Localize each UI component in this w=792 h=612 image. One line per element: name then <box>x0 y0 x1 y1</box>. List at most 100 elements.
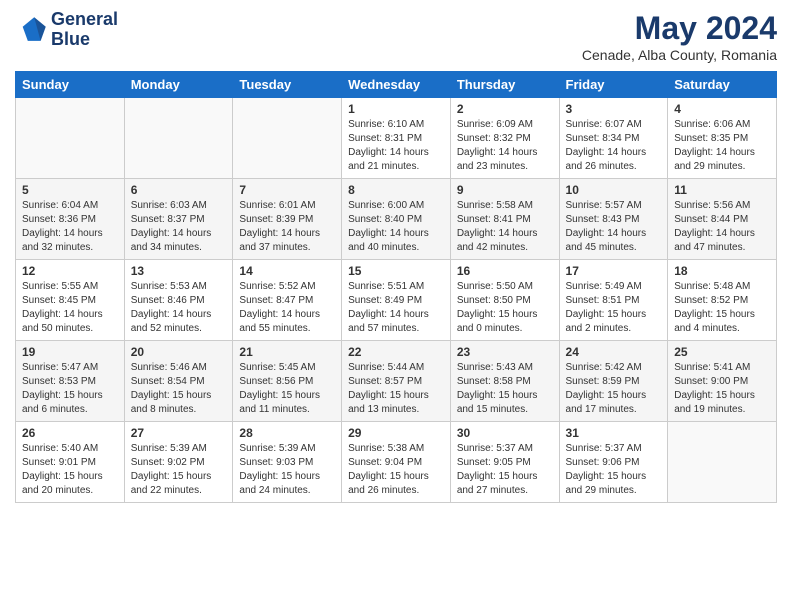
day-info: Sunrise: 5:52 AM Sunset: 8:47 PM Dayligh… <box>239 280 335 336</box>
calendar-cell: 3Sunrise: 6:07 AM Sunset: 8:34 PM Daylig… <box>559 98 668 179</box>
day-number: 2 <box>457 102 553 116</box>
day-info: Sunrise: 5:46 AM Sunset: 8:54 PM Dayligh… <box>131 361 227 417</box>
day-number: 13 <box>131 264 227 278</box>
main-title: May 2024 <box>582 10 777 47</box>
day-number: 3 <box>566 102 662 116</box>
calendar-cell: 24 Sunrise: 5:42 AM Sunset: 8:59 PM Dayli… <box>559 341 668 422</box>
day-info: Sunrise: 5:58 AM Sunset: 8:41 PM Dayligh… <box>457 199 553 255</box>
day-info: Sunrise: 5:39 AM Sunset: 9:02 PM Dayligh… <box>131 442 227 498</box>
calendar-cell: 7 Sunrise: 6:01 AM Sunset: 8:39 PM Daylig… <box>233 179 342 260</box>
day-number: 22 <box>348 345 444 359</box>
day-number: 26 <box>22 426 118 440</box>
day-number: 7 <box>239 183 335 197</box>
day-info: Sunrise: 5:57 AM Sunset: 8:43 PM Dayligh… <box>566 199 662 255</box>
day-header-tuesday: Tuesday <box>233 72 342 98</box>
day-info: Sunrise: 5:51 AM Sunset: 8:49 PM Dayligh… <box>348 280 444 336</box>
calendar-header-row: SundayMondayTuesdayWednesdayThursdayFrid… <box>16 72 777 98</box>
calendar-cell: 27 Sunrise: 5:39 AM Sunset: 9:02 PM Dayli… <box>124 422 233 503</box>
calendar-cell: 5 Sunrise: 6:04 AM Sunset: 8:36 PM Daylig… <box>16 179 125 260</box>
day-info: Sunrise: 5:49 AM Sunset: 8:51 PM Dayligh… <box>566 280 662 336</box>
day-info: Sunrise: 5:47 AM Sunset: 8:53 PM Dayligh… <box>22 361 118 417</box>
calendar-cell: 9 Sunrise: 5:58 AM Sunset: 8:41 PM Daylig… <box>450 179 559 260</box>
calendar-cell: 18Sunrise: 5:48 AM Sunset: 8:52 PM Dayli… <box>668 260 777 341</box>
logo-text: General Blue <box>51 10 118 50</box>
logo: General Blue <box>15 10 118 50</box>
day-info: Sunrise: 5:44 AM Sunset: 8:57 PM Dayligh… <box>348 361 444 417</box>
day-info: Sunrise: 5:45 AM Sunset: 8:56 PM Dayligh… <box>239 361 335 417</box>
calendar-cell: 8 Sunrise: 6:00 AM Sunset: 8:40 PM Daylig… <box>342 179 451 260</box>
day-number: 4 <box>674 102 770 116</box>
title-area: May 2024 Cenade, Alba County, Romania <box>582 10 777 63</box>
day-number: 19 <box>22 345 118 359</box>
subtitle: Cenade, Alba County, Romania <box>582 47 777 63</box>
day-number: 31 <box>566 426 662 440</box>
day-info: Sunrise: 6:00 AM Sunset: 8:40 PM Dayligh… <box>348 199 444 255</box>
day-number: 15 <box>348 264 444 278</box>
day-info: Sunrise: 6:06 AM Sunset: 8:35 PM Dayligh… <box>674 118 770 174</box>
calendar-cell: 29 Sunrise: 5:38 AM Sunset: 9:04 PM Dayli… <box>342 422 451 503</box>
day-info: Sunrise: 5:42 AM Sunset: 8:59 PM Dayligh… <box>566 361 662 417</box>
day-number: 24 <box>566 345 662 359</box>
calendar-cell: 16 Sunrise: 5:50 AM Sunset: 8:50 PM Dayli… <box>450 260 559 341</box>
day-info: Sunrise: 5:39 AM Sunset: 9:03 PM Dayligh… <box>239 442 335 498</box>
calendar-cell: 1Sunrise: 6:10 AM Sunset: 8:31 PM Daylig… <box>342 98 451 179</box>
day-info: Sunrise: 5:41 AM Sunset: 9:00 PM Dayligh… <box>674 361 770 417</box>
day-number: 8 <box>348 183 444 197</box>
day-number: 16 <box>457 264 553 278</box>
week-row-1: 1Sunrise: 6:10 AM Sunset: 8:31 PM Daylig… <box>16 98 777 179</box>
day-header-thursday: Thursday <box>450 72 559 98</box>
day-header-friday: Friday <box>559 72 668 98</box>
calendar-cell: 22 Sunrise: 5:44 AM Sunset: 8:57 PM Dayli… <box>342 341 451 422</box>
calendar-cell <box>124 98 233 179</box>
day-info: Sunrise: 5:53 AM Sunset: 8:46 PM Dayligh… <box>131 280 227 336</box>
day-info: Sunrise: 5:38 AM Sunset: 9:04 PM Dayligh… <box>348 442 444 498</box>
day-header-sunday: Sunday <box>16 72 125 98</box>
calendar-cell: 26Sunrise: 5:40 AM Sunset: 9:01 PM Dayli… <box>16 422 125 503</box>
calendar-cell: 31Sunrise: 5:37 AM Sunset: 9:06 PM Dayli… <box>559 422 668 503</box>
calendar-cell: 28 Sunrise: 5:39 AM Sunset: 9:03 PM Dayli… <box>233 422 342 503</box>
day-number: 9 <box>457 183 553 197</box>
day-number: 27 <box>131 426 227 440</box>
week-row-5: 26Sunrise: 5:40 AM Sunset: 9:01 PM Dayli… <box>16 422 777 503</box>
calendar-cell: 15 Sunrise: 5:51 AM Sunset: 8:49 PM Dayli… <box>342 260 451 341</box>
calendar-cell: 21 Sunrise: 5:45 AM Sunset: 8:56 PM Dayli… <box>233 341 342 422</box>
day-header-wednesday: Wednesday <box>342 72 451 98</box>
week-row-2: 5 Sunrise: 6:04 AM Sunset: 8:36 PM Daylig… <box>16 179 777 260</box>
calendar-table: SundayMondayTuesdayWednesdayThursdayFrid… <box>15 71 777 503</box>
day-number: 25 <box>674 345 770 359</box>
calendar-cell: 25 Sunrise: 5:41 AM Sunset: 9:00 PM Dayli… <box>668 341 777 422</box>
day-number: 11 <box>674 183 770 197</box>
day-number: 1 <box>348 102 444 116</box>
day-info: Sunrise: 6:04 AM Sunset: 8:36 PM Dayligh… <box>22 199 118 255</box>
calendar-cell: 17Sunrise: 5:49 AM Sunset: 8:51 PM Dayli… <box>559 260 668 341</box>
calendar-cell: 30 Sunrise: 5:37 AM Sunset: 9:05 PM Dayli… <box>450 422 559 503</box>
day-info: Sunrise: 6:09 AM Sunset: 8:32 PM Dayligh… <box>457 118 553 174</box>
calendar-cell: 23 Sunrise: 5:43 AM Sunset: 8:58 PM Dayli… <box>450 341 559 422</box>
day-number: 10 <box>566 183 662 197</box>
day-info: Sunrise: 5:43 AM Sunset: 8:58 PM Dayligh… <box>457 361 553 417</box>
day-number: 29 <box>348 426 444 440</box>
calendar-cell <box>16 98 125 179</box>
calendar-cell <box>233 98 342 179</box>
calendar-cell: 6Sunrise: 6:03 AM Sunset: 8:37 PM Daylig… <box>124 179 233 260</box>
logo-icon <box>15 14 47 46</box>
calendar-cell: 12Sunrise: 5:55 AM Sunset: 8:45 PM Dayli… <box>16 260 125 341</box>
page-header: General Blue May 2024 Cenade, Alba Count… <box>15 10 777 63</box>
day-info: Sunrise: 5:37 AM Sunset: 9:05 PM Dayligh… <box>457 442 553 498</box>
day-info: Sunrise: 5:56 AM Sunset: 8:44 PM Dayligh… <box>674 199 770 255</box>
day-info: Sunrise: 5:50 AM Sunset: 8:50 PM Dayligh… <box>457 280 553 336</box>
day-number: 6 <box>131 183 227 197</box>
calendar-cell: 2 Sunrise: 6:09 AM Sunset: 8:32 PM Daylig… <box>450 98 559 179</box>
day-header-saturday: Saturday <box>668 72 777 98</box>
calendar-cell: 10 Sunrise: 5:57 AM Sunset: 8:43 PM Dayli… <box>559 179 668 260</box>
day-number: 12 <box>22 264 118 278</box>
day-header-monday: Monday <box>124 72 233 98</box>
day-number: 21 <box>239 345 335 359</box>
day-info: Sunrise: 6:01 AM Sunset: 8:39 PM Dayligh… <box>239 199 335 255</box>
day-number: 5 <box>22 183 118 197</box>
day-number: 23 <box>457 345 553 359</box>
calendar-cell: 11 Sunrise: 5:56 AM Sunset: 8:44 PM Dayli… <box>668 179 777 260</box>
week-row-4: 19 Sunrise: 5:47 AM Sunset: 8:53 PM Dayli… <box>16 341 777 422</box>
day-number: 30 <box>457 426 553 440</box>
day-number: 28 <box>239 426 335 440</box>
